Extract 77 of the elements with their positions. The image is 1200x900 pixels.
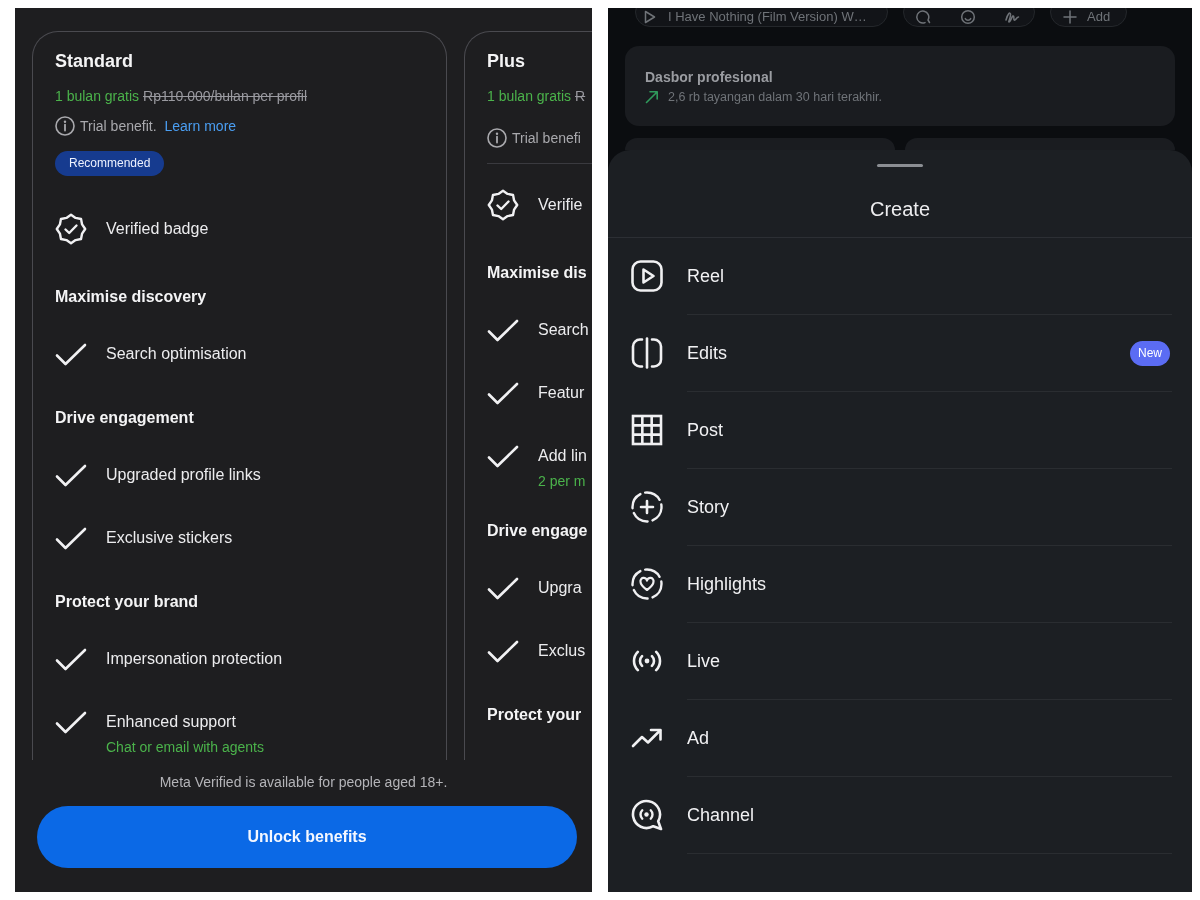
offer-text: 1 bulan gratis bbox=[487, 87, 572, 106]
offer-text: 1 bulan gratis bbox=[55, 87, 140, 106]
section-heading: Maximise dis bbox=[487, 263, 587, 283]
create-menu-item[interactable]: Reel bbox=[608, 238, 1192, 314]
feature-label: Featur bbox=[538, 383, 585, 403]
dashboard-title: Dasbor profesional bbox=[645, 68, 773, 87]
feature-label: Search optimisation bbox=[106, 344, 247, 364]
verified-badge-icon bbox=[55, 213, 87, 245]
dashed-heart-circle-icon bbox=[631, 568, 663, 600]
verified-badge-icon bbox=[487, 189, 519, 221]
age-note: Meta Verified is available for people aged 18+. bbox=[159, 773, 448, 792]
feature-label: Verifie bbox=[538, 195, 583, 215]
feature-label: Add lin bbox=[538, 446, 587, 466]
broadcast-icon bbox=[631, 650, 663, 672]
split-frame-icon bbox=[631, 337, 663, 369]
check-icon bbox=[55, 648, 87, 671]
section-heading: Maximise discovery bbox=[55, 287, 207, 307]
grid-icon bbox=[631, 414, 663, 446]
recommended-badge: Recommended bbox=[55, 151, 165, 176]
section-heading: Drive engagement bbox=[55, 408, 194, 428]
check-icon bbox=[55, 527, 87, 550]
feature-label: Impersonation protection bbox=[106, 649, 283, 669]
feature-label: Upgraded profile links bbox=[106, 465, 261, 485]
feature-label: Upgra bbox=[538, 578, 582, 598]
face-icon[interactable] bbox=[960, 9, 976, 25]
play-square-icon bbox=[631, 260, 663, 292]
feature-note: Chat or email with agents bbox=[106, 738, 264, 756]
dashboard-card[interactable]: Dasbor profesional 2,6 rb tayangan dalam 30 hari terakhir. bbox=[625, 46, 1175, 126]
info-icon bbox=[55, 116, 75, 136]
plan-name: Standard bbox=[55, 50, 133, 73]
check-icon bbox=[55, 464, 87, 487]
check-icon bbox=[487, 577, 519, 600]
info-icon bbox=[487, 128, 507, 148]
check-icon bbox=[55, 711, 87, 734]
section-heading: Protect your brand bbox=[55, 592, 199, 612]
create-menu-item[interactable]: Story bbox=[608, 469, 1192, 545]
create-menu-item[interactable]: Live bbox=[608, 623, 1192, 699]
feature-label: Search bbox=[538, 320, 589, 340]
trend-arrow-icon bbox=[645, 90, 659, 104]
learn-more-link[interactable]: Learn more bbox=[164, 116, 237, 136]
check-icon bbox=[487, 445, 519, 468]
trend-up-icon bbox=[631, 728, 663, 748]
sheet-title: Create bbox=[870, 197, 930, 222]
check-icon bbox=[487, 319, 519, 342]
trial-note: Trial benefi bbox=[512, 129, 581, 148]
views-summary: 2,6 rb tayangan dalam 30 hari terakhir. bbox=[668, 89, 883, 105]
play-icon bbox=[644, 10, 656, 24]
trial-note: Trial benefit. bbox=[80, 117, 157, 136]
feature-note: 2 per m bbox=[538, 472, 587, 490]
plus-icon bbox=[1063, 10, 1077, 24]
feature-label: Verified badge bbox=[106, 219, 209, 239]
create-menu-item[interactable]: Post bbox=[608, 392, 1192, 468]
audio-chip[interactable]: I Have Nothing (Film Version) W… bbox=[635, 8, 888, 27]
drag-handle[interactable] bbox=[877, 164, 923, 167]
dashed-plus-circle-icon bbox=[631, 491, 663, 523]
check-icon bbox=[487, 640, 519, 663]
plan-card[interactable] bbox=[32, 31, 447, 760]
check-icon bbox=[55, 343, 87, 366]
squiggle-icon[interactable] bbox=[1004, 9, 1020, 25]
check-icon bbox=[487, 382, 519, 405]
chat-broadcast-icon bbox=[631, 799, 663, 831]
create-menu-item[interactable]: Ad bbox=[608, 700, 1192, 776]
section-heading: Protect your bbox=[487, 705, 582, 725]
original-price: Rp110.000/bulan per profil bbox=[143, 87, 308, 106]
new-badge: New bbox=[1130, 340, 1170, 366]
feature-label: Exclusive stickers bbox=[106, 528, 233, 548]
comment-icon[interactable] bbox=[916, 9, 932, 25]
create-menu-item[interactable]: Highlights bbox=[608, 546, 1192, 622]
feature-label: Enhanced support bbox=[106, 712, 237, 732]
original-price: R bbox=[575, 87, 586, 106]
unlock-benefits-button[interactable]: Unlock benefits bbox=[37, 806, 577, 868]
plan-name: Plus bbox=[487, 50, 525, 73]
add-chip[interactable]: Add bbox=[1050, 8, 1127, 27]
feature-label: Exclus bbox=[538, 641, 586, 661]
section-heading: Drive engage bbox=[487, 521, 588, 541]
create-menu-item[interactable]: Edits New bbox=[608, 315, 1192, 391]
create-menu-item[interactable]: Channel bbox=[608, 777, 1192, 853]
